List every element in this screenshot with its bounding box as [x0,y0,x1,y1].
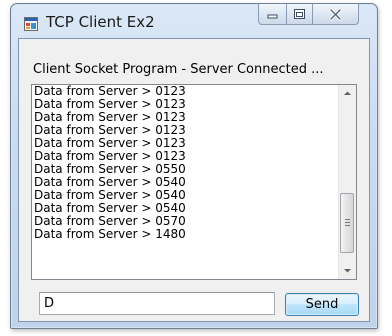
connection-status-label: Client Socket Program - Server Connected… [33,62,324,77]
caption-buttons [258,4,365,26]
server-data-listbox[interactable]: Data from Server > 0123 Data from Server… [31,84,357,280]
vertical-scrollbar[interactable] [338,85,356,279]
page: TCP Client Ex2 Client Socket Program - S… [0,0,392,336]
list-item[interactable]: Data from Server > 1480 [34,228,338,241]
window-title: TCP Client Ex2 [46,13,155,31]
scroll-down-button[interactable] [339,262,356,279]
app-window-icon [24,16,38,31]
app-window: TCP Client Ex2 Client Socket Program - S… [10,3,378,329]
title-bar[interactable]: TCP Client Ex2 [11,4,377,38]
minimize-button[interactable] [258,4,287,25]
send-button[interactable]: Send [285,293,359,316]
close-button[interactable] [312,4,359,25]
message-list: Data from Server > 0123 Data from Server… [34,85,338,241]
client-area: Client Socket Program - Server Connected… [18,38,370,322]
scroll-thumb[interactable] [340,193,354,253]
message-input[interactable] [39,292,275,315]
maximize-button[interactable] [286,4,313,25]
scroll-up-button[interactable] [339,85,356,102]
grip-icon [345,219,350,226]
